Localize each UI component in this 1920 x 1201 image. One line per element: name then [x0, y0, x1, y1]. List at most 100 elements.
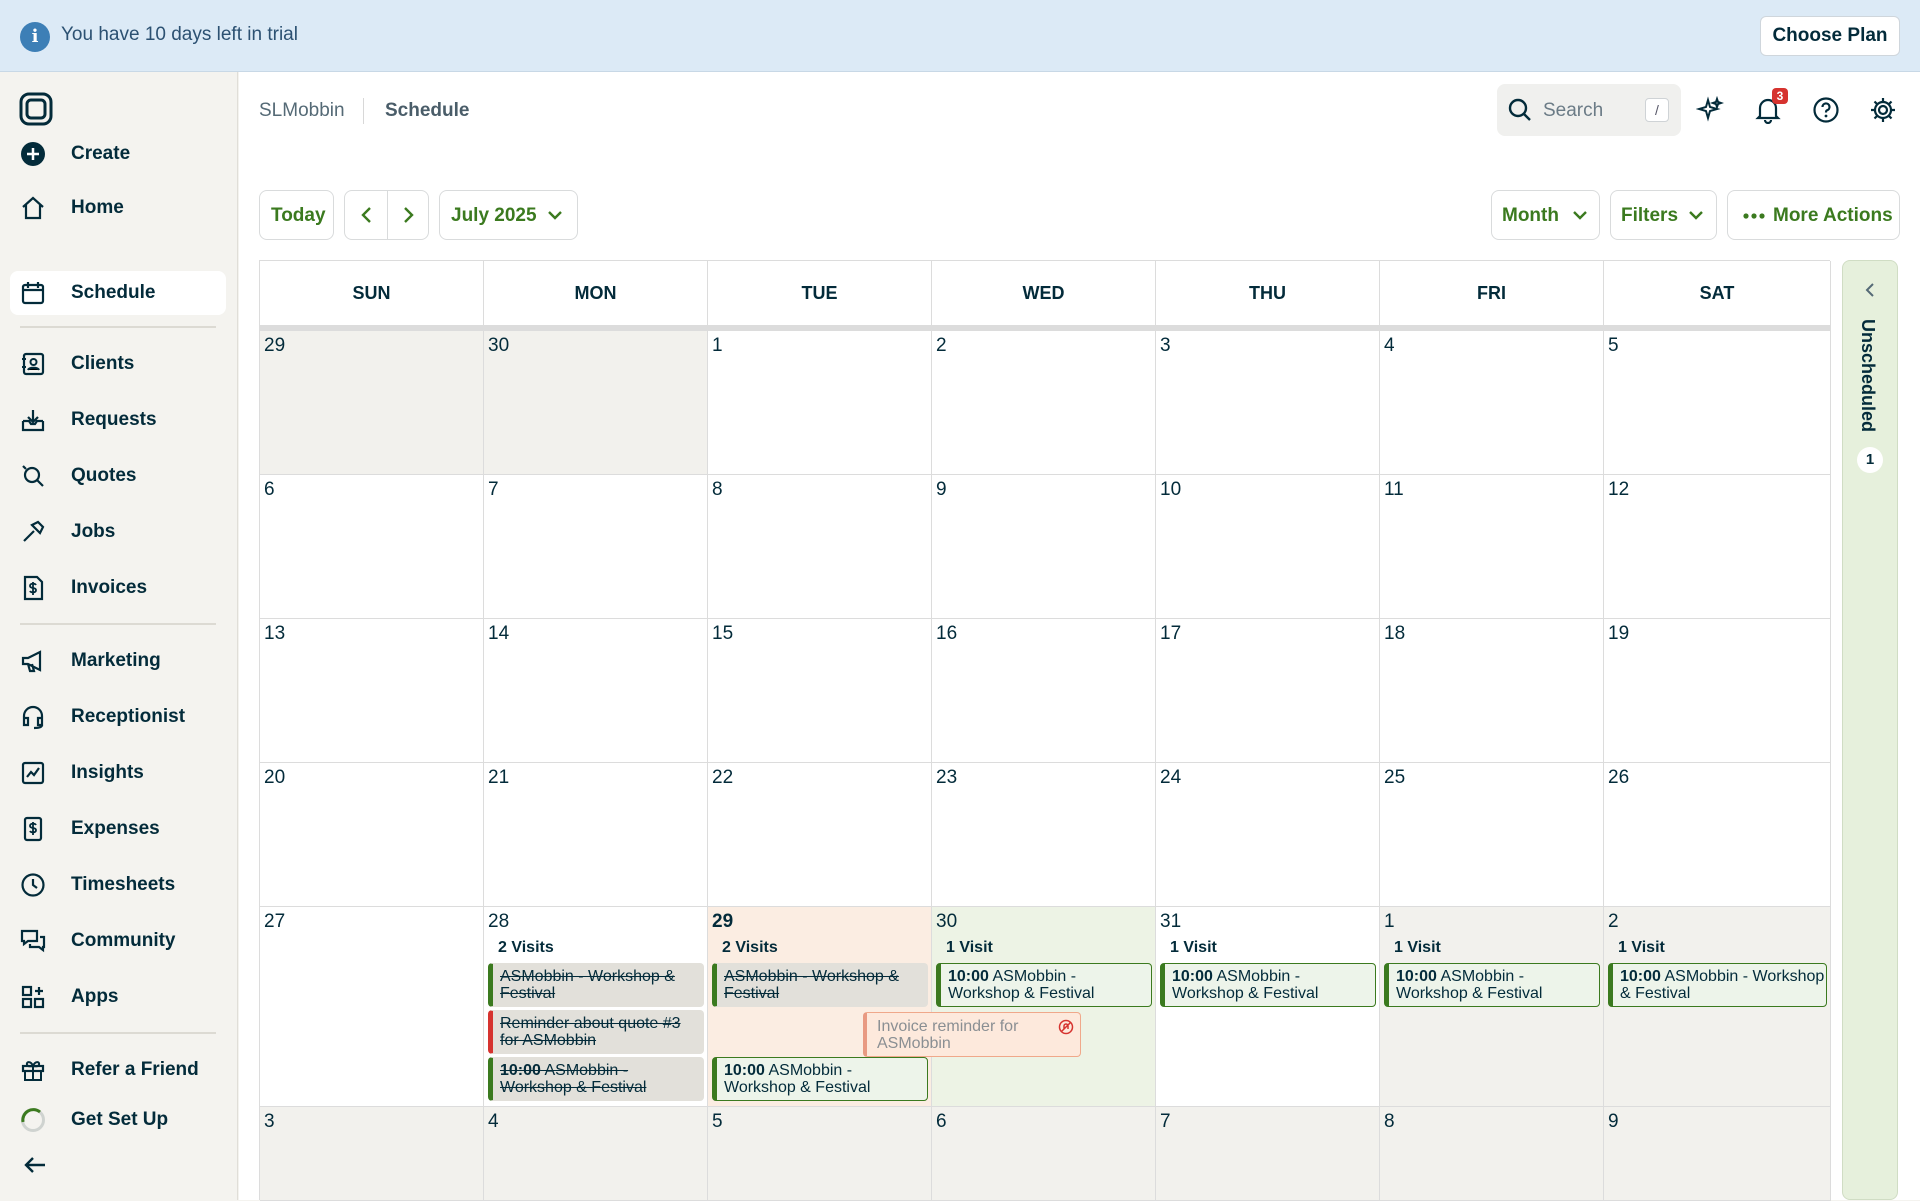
- day-cell[interactable]: 17: [1156, 619, 1380, 763]
- filters-button[interactable]: Filters: [1610, 190, 1717, 240]
- visit-count: 1 Visit: [1618, 939, 1665, 956]
- visit-event-completed[interactable]: 10:00 ASMobbin - Workshop & Festival: [488, 1057, 704, 1101]
- day-number: 8: [712, 479, 723, 500]
- chevron-right-icon[interactable]: [398, 205, 418, 225]
- event-time: 10:00: [1172, 968, 1213, 985]
- nav-home[interactable]: Home: [10, 186, 226, 230]
- today-button[interactable]: Today: [259, 190, 334, 240]
- collapse-sidebar-icon[interactable]: [22, 1152, 48, 1178]
- nav-refer-a-friend[interactable]: Refer a Friend: [10, 1048, 226, 1092]
- day-cell[interactable]: 27: [260, 907, 484, 1107]
- chevron-down-icon: [548, 211, 562, 220]
- nav-receptionist[interactable]: Receptionist: [10, 695, 226, 739]
- chevron-down-icon: [1573, 211, 1587, 220]
- day-cell[interactable]: 23: [932, 763, 1156, 907]
- nav-create[interactable]: Create: [10, 132, 226, 176]
- visit-event[interactable]: 10:00 ASMobbin - Workshop & Festival: [1160, 963, 1376, 1007]
- day-cell[interactable]: 5: [1604, 331, 1831, 475]
- chevron-left-icon[interactable]: [1861, 281, 1879, 299]
- gear-icon[interactable]: [1869, 96, 1897, 124]
- nav-invoices[interactable]: Invoices: [10, 566, 226, 610]
- bell-off-icon: [1058, 1019, 1074, 1035]
- nav-jobs[interactable]: Jobs: [10, 510, 226, 554]
- day-cell[interactable]: 29: [260, 331, 484, 475]
- visit-event-completed[interactable]: ASMobbin - Workshop & Festival: [712, 963, 928, 1007]
- day-cell[interactable]: 1 1 Visit 10:00 ASMobbin - Workshop & Fe…: [1380, 907, 1604, 1107]
- day-cell[interactable]: 25: [1380, 763, 1604, 907]
- day-cell[interactable]: 10: [1156, 475, 1380, 619]
- search-input[interactable]: Search /: [1497, 84, 1681, 136]
- visit-event[interactable]: 10:00 ASMobbin - Workshop & Festival: [936, 963, 1152, 1007]
- day-cell[interactable]: 15: [708, 619, 932, 763]
- nav-divider: [387, 191, 388, 239]
- day-cell[interactable]: 30 1 Visit 10:00 ASMobbin - Workshop & F…: [932, 907, 1156, 1107]
- day-cell[interactable]: 8: [1380, 1107, 1604, 1201]
- day-cell[interactable]: 8: [708, 475, 932, 619]
- day-cell[interactable]: 5: [708, 1107, 932, 1201]
- sparkles-icon[interactable]: [1696, 96, 1724, 124]
- day-number: 3: [264, 1111, 275, 1132]
- day-cell[interactable]: 26: [1604, 763, 1831, 907]
- nav-marketing[interactable]: Marketing: [10, 639, 226, 683]
- breadcrumb-account[interactable]: SLMobbin: [259, 100, 345, 122]
- nav-apps[interactable]: Apps: [10, 975, 226, 1019]
- quote-reminder-event[interactable]: Reminder about quote #3 for ASMobbin: [488, 1010, 704, 1054]
- nav-schedule[interactable]: Schedule: [10, 271, 226, 315]
- day-cell[interactable]: 4: [484, 1107, 708, 1201]
- day-cell[interactable]: 6: [932, 1107, 1156, 1201]
- day-cell[interactable]: 1: [708, 331, 932, 475]
- day-cell[interactable]: 12: [1604, 475, 1831, 619]
- nav-expenses[interactable]: Expenses: [10, 807, 226, 851]
- day-cell[interactable]: 18: [1380, 619, 1604, 763]
- day-cell[interactable]: 7: [1156, 1107, 1380, 1201]
- chevron-left-icon[interactable]: [357, 205, 377, 225]
- app-logo-icon[interactable]: [18, 91, 54, 127]
- day-cell[interactable]: 6: [260, 475, 484, 619]
- day-cell-today[interactable]: 29 2 Visits ASMobbin - Workshop & Festiv…: [708, 907, 932, 1107]
- visit-event-completed[interactable]: ASMobbin - Workshop & Festival: [488, 963, 704, 1007]
- visit-event[interactable]: 10:00 ASMobbin - Workshop & Festival: [1384, 963, 1600, 1007]
- nav-quotes[interactable]: Quotes: [10, 454, 226, 498]
- day-cell[interactable]: 3: [260, 1107, 484, 1201]
- more-actions-button[interactable]: More Actions: [1727, 190, 1900, 240]
- day-cell[interactable]: 22: [708, 763, 932, 907]
- nav-get-set-up[interactable]: Get Set Up: [10, 1098, 226, 1142]
- day-cell[interactable]: 11: [1380, 475, 1604, 619]
- day-cell[interactable]: 21: [484, 763, 708, 907]
- choose-plan-button[interactable]: Choose Plan: [1760, 16, 1900, 56]
- day-cell[interactable]: 24: [1156, 763, 1380, 907]
- help-icon[interactable]: [1812, 96, 1840, 124]
- day-cell[interactable]: 16: [932, 619, 1156, 763]
- view-select[interactable]: Month: [1491, 190, 1600, 240]
- visit-event[interactable]: 10:00 ASMobbin - Workshop & Festival: [1608, 963, 1827, 1007]
- visit-event[interactable]: 10:00 ASMobbin - Workshop & Festival: [712, 1057, 928, 1101]
- progress-ring-icon: [21, 1108, 45, 1132]
- nav-clients[interactable]: Clients: [10, 342, 226, 386]
- day-cell[interactable]: 31 1 Visit 10:00 ASMobbin - Workshop & F…: [1156, 907, 1380, 1107]
- day-number: 7: [488, 479, 499, 500]
- day-cell[interactable]: 28 2 Visits ASMobbin - Workshop & Festiv…: [484, 907, 708, 1107]
- unscheduled-panel[interactable]: Unscheduled 1: [1842, 260, 1898, 1200]
- day-cell[interactable]: 13: [260, 619, 484, 763]
- day-cell[interactable]: 19: [1604, 619, 1831, 763]
- chevron-down-icon: [1689, 211, 1703, 220]
- day-number: 28: [488, 911, 510, 932]
- event-time: 10:00: [500, 1062, 541, 1079]
- nav-timesheets[interactable]: Timesheets: [10, 863, 226, 907]
- day-cell[interactable]: 9: [932, 475, 1156, 619]
- day-cell[interactable]: 3: [1156, 331, 1380, 475]
- invoice-reminder-event[interactable]: Invoice reminder for ASMobbin: [863, 1012, 1081, 1057]
- event-title: Reminder about quote #3 for ASMobbin: [500, 1015, 681, 1049]
- day-cell[interactable]: 7: [484, 475, 708, 619]
- day-cell[interactable]: 20: [260, 763, 484, 907]
- day-cell[interactable]: 2 1 Visit 10:00 ASMobbin - Workshop & Fe…: [1604, 907, 1831, 1107]
- nav-insights[interactable]: Insights: [10, 751, 226, 795]
- day-cell[interactable]: 4: [1380, 331, 1604, 475]
- day-cell[interactable]: 14: [484, 619, 708, 763]
- month-picker-button[interactable]: July 2025: [439, 190, 578, 240]
- day-cell[interactable]: 2: [932, 331, 1156, 475]
- nav-community[interactable]: Community: [10, 919, 226, 963]
- nav-requests[interactable]: Requests: [10, 398, 226, 442]
- day-cell[interactable]: 9: [1604, 1107, 1831, 1201]
- day-cell[interactable]: 30: [484, 331, 708, 475]
